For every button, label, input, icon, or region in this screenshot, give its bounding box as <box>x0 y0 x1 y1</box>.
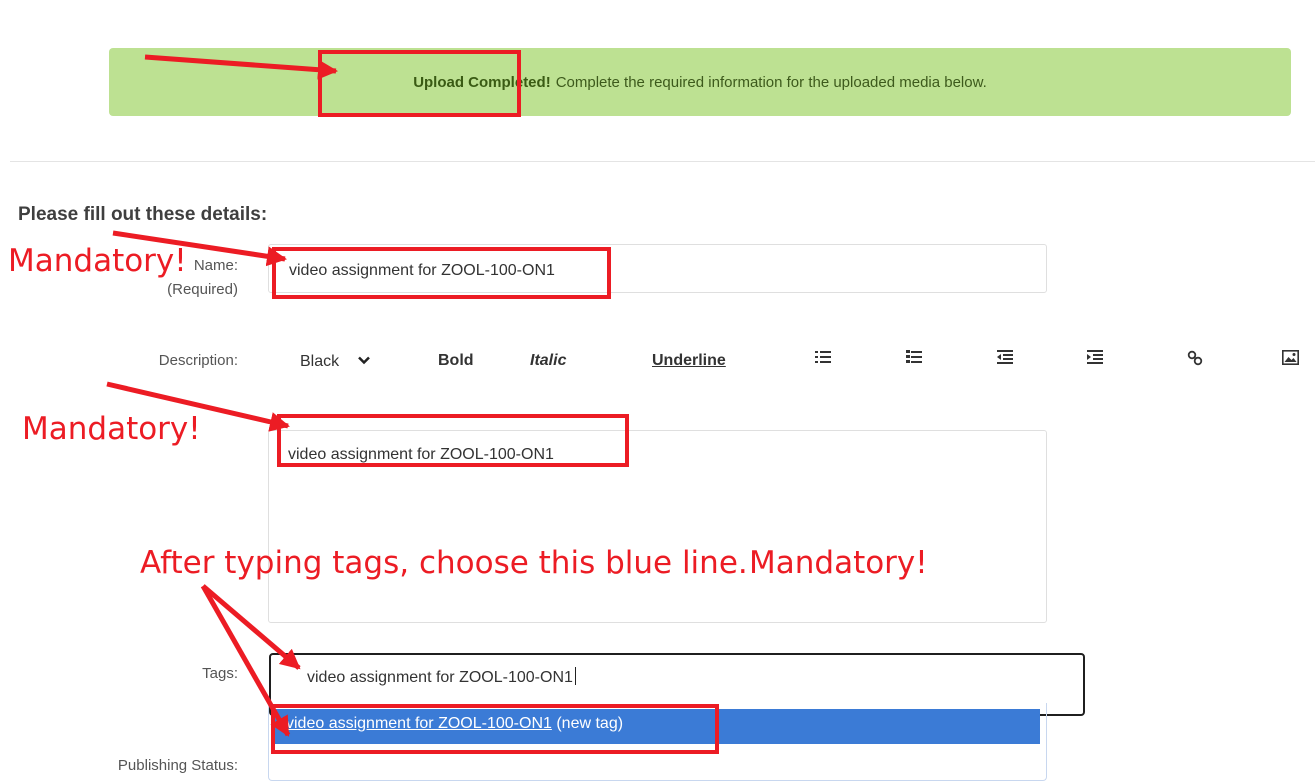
arrow-to-banner <box>144 54 338 80</box>
arrow-to-tag-suggestion <box>200 584 291 737</box>
annotation-arrows <box>106 54 338 737</box>
arrow-to-tags-input <box>201 584 301 670</box>
arrow-to-description <box>106 381 290 432</box>
arrow-to-name <box>112 230 287 267</box>
